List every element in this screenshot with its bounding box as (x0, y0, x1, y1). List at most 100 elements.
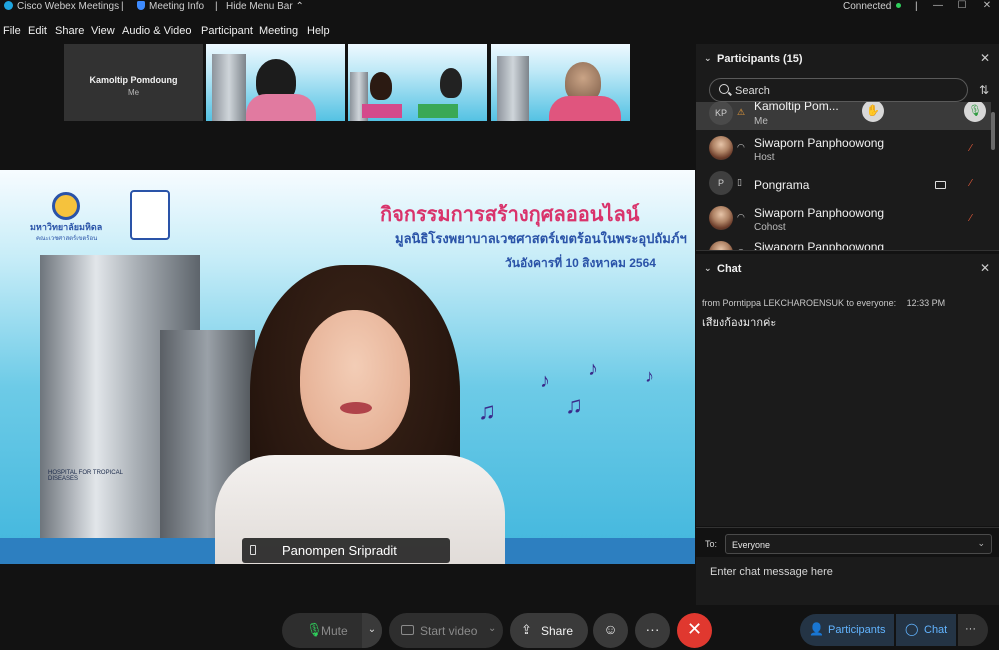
title-separator: | (121, 1, 124, 12)
participants-toggle-button[interactable]: 👤 Participants (800, 614, 894, 646)
speaker-name: Panompen Sripradit (282, 543, 397, 558)
end-call-button[interactable]: ✕ (677, 613, 712, 648)
participant-row[interactable]: ◠ Siwaporn Panphoowong Cohost ⁄ (696, 200, 991, 235)
warning-icon: ⚠ (737, 107, 746, 117)
participants-title: Participants (15) (717, 53, 803, 65)
mute-button[interactable]: 🎙 Mute ⌄ (282, 613, 382, 648)
chat-title: Chat (717, 263, 742, 275)
music-note-icon: ♫ (478, 398, 496, 425)
menu-share[interactable]: Share (55, 25, 84, 37)
faculty-name: คณะเวชศาสตร์เขตร้อน (36, 236, 98, 242)
sort-icon[interactable]: ⇅ (979, 83, 993, 97)
menu-meeting[interactable]: Meeting (259, 25, 298, 37)
person-image (440, 68, 462, 98)
participant-scrollbar[interactable] (991, 112, 995, 150)
muted-microphone-icon[interactable]: ⁄ (970, 213, 978, 224)
panel-divider (696, 250, 999, 251)
building-image (497, 56, 529, 121)
microphone-icon[interactable]: 🎙 (964, 102, 986, 122)
panel-more-button[interactable]: ··· (958, 614, 988, 646)
chat-message-text: เสียงก้องมากค่ะ (702, 317, 777, 329)
participant-row[interactable]: P ▯ Pongrama ⁄ (696, 165, 991, 200)
music-note-icon: ♪ (540, 370, 550, 392)
muted-microphone-icon[interactable]: ⁄ (970, 178, 978, 189)
search-input[interactable] (735, 83, 955, 98)
menu-view[interactable]: View (91, 25, 115, 37)
chevron-down-icon: ⌄ (977, 538, 985, 548)
avatar (709, 206, 733, 230)
mute-options-chevron-icon[interactable]: ⌄ (362, 613, 382, 648)
menu-edit[interactable]: Edit (28, 25, 47, 37)
title-separator: | (915, 1, 918, 12)
maximize-icon[interactable]: ☐ (955, 0, 969, 12)
recipient-select[interactable]: Everyone ⌄ (725, 534, 992, 554)
recipient-value: Everyone (732, 540, 771, 550)
participant-video-thumbnail[interactable] (206, 44, 345, 121)
university-emblem-icon (52, 192, 80, 220)
reactions-button[interactable]: ☺ (593, 613, 628, 648)
self-video-thumbnail[interactable]: Kamoltip Pomdoung Me (64, 44, 203, 121)
participant-search[interactable] (709, 78, 968, 102)
chevron-down-icon[interactable]: ⌄ (704, 263, 712, 274)
participant-row[interactable]: ◠ Siwaporn Panphoowong Host ⁄ (696, 130, 991, 165)
participant-name: Pongrama (754, 178, 810, 192)
participant-video-thumbnail[interactable] (348, 44, 487, 121)
more-icon: ··· (645, 621, 660, 637)
main-video[interactable]: มหาวิทยาลัยมหิดล คณะเวชศาสตร์เขตร้อน กิจ… (0, 170, 695, 564)
chat-message-meta: from Porntippa LEKCHAROENSUK to everyone… (702, 298, 945, 308)
menu-file[interactable]: File (3, 25, 21, 37)
close-window-icon[interactable]: ✕ (980, 0, 994, 12)
close-icon[interactable]: ✕ (980, 51, 990, 65)
start-video-button[interactable]: Start video ⌄ (389, 613, 503, 648)
chevron-up-icon: ⌃ (295, 1, 304, 12)
raise-hand-icon[interactable]: ✋ (862, 102, 884, 122)
menu-help[interactable]: Help (307, 25, 330, 37)
participant-name: Siwaporn Panphoowong (754, 240, 885, 250)
participant-video-thumbnail[interactable] (491, 44, 630, 121)
music-note-icon: ♪ (588, 358, 598, 380)
building-image (212, 54, 246, 121)
shield-icon (137, 1, 145, 10)
chat-toggle-button[interactable]: ◯ Chat (896, 614, 956, 646)
chat-input-area[interactable] (696, 557, 999, 605)
banner-date: วันอังคารที่ 10 สิงหาคม 2564 (505, 256, 656, 270)
headset-icon: ◠ (737, 142, 745, 152)
participant-row[interactable]: ◠ Siwaporn Panphoowong (696, 235, 991, 250)
menu-audio-video[interactable]: Audio & Video (122, 25, 192, 37)
music-note-icon: ♫ (565, 392, 583, 419)
video-options-chevron-icon[interactable]: ⌄ (488, 623, 496, 634)
banner-subtitle: มูลนิธิโรงพยาบาลเวชศาสตร์เขตร้อนในพระอุป… (395, 231, 687, 246)
meeting-info-button[interactable]: Meeting Info (137, 1, 204, 12)
chat-message-input[interactable] (710, 566, 990, 596)
participant-role: Me (754, 116, 768, 127)
smiley-icon: ☺ (603, 621, 618, 637)
person-image (370, 72, 392, 100)
participants-panel: ⌄ Participants (15) ✕ ⇅ KP ⚠ Kamoltip Po… (696, 44, 999, 250)
end-call-icon: ✕ (686, 619, 703, 639)
thumbnail-name: Kamoltip Pomdoung (89, 75, 178, 85)
participant-name: Kamoltip Pom... (754, 102, 839, 113)
headset-icon: ◠ (737, 212, 745, 222)
participants-header: ⌄ Participants (15) ✕ (696, 44, 999, 74)
speaker-image (340, 402, 372, 414)
video-camera-icon (935, 181, 946, 189)
avatar: P (709, 171, 733, 195)
hospital-sign: HOSPITAL FOR TROPICAL DISEASES (48, 470, 123, 482)
university-name: มหาวิทยาลัยมหิดล (30, 222, 103, 232)
chevron-down-icon[interactable]: ⌄ (704, 53, 712, 64)
music-note-icon: ♪ (645, 366, 654, 386)
hide-menu-bar-button[interactable]: Hide Menu Bar ⌃ (226, 1, 304, 12)
participant-list: KP ⚠ Kamoltip Pom... Me ✋ 🎙 ◠ Siwaporn P… (696, 102, 991, 250)
menu-participant[interactable]: Participant (201, 25, 253, 37)
muted-microphone-icon[interactable]: ⁄ (970, 143, 978, 154)
participant-name: Siwaporn Panphoowong (754, 136, 885, 150)
close-icon[interactable]: ✕ (980, 261, 990, 275)
participant-role: Cohost (754, 222, 786, 233)
speaker-nameplate: Panompen Sripradit (242, 538, 450, 563)
foundation-logo-icon (130, 190, 170, 240)
share-button[interactable]: ⇪ Share (510, 613, 588, 648)
app-title: Cisco Webex Meetings (4, 1, 119, 12)
participant-row[interactable]: KP ⚠ Kamoltip Pom... Me ✋ 🎙 (696, 102, 991, 130)
more-options-button[interactable]: ··· (635, 613, 670, 648)
minimize-icon[interactable]: — (931, 0, 945, 12)
